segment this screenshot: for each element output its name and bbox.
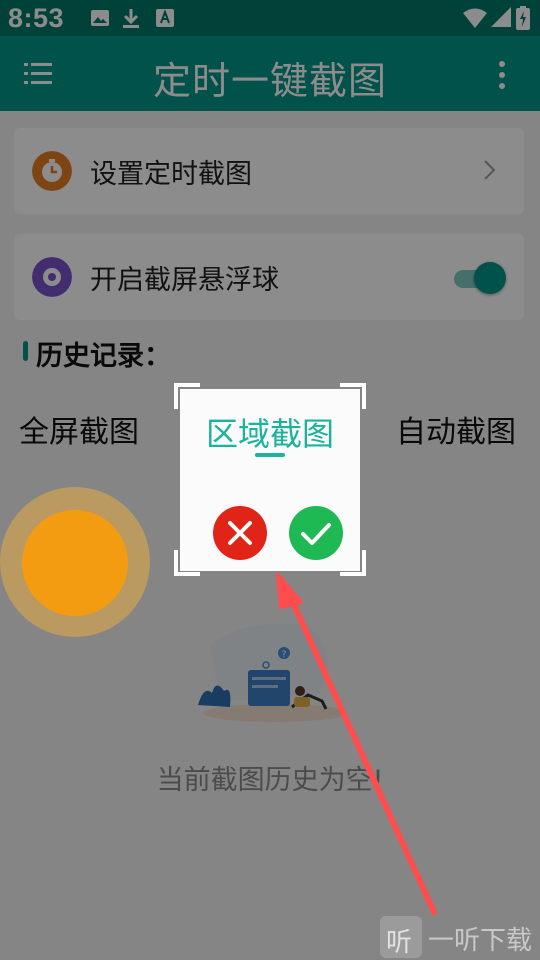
watermark: 听 一听下载 [380, 914, 540, 960]
watermark-logo-char: 听 [386, 928, 413, 958]
watermark-text: 一听下载 [428, 926, 533, 956]
annotation-arrow [276, 573, 437, 915]
watermark-logo: 听 [380, 916, 422, 958]
